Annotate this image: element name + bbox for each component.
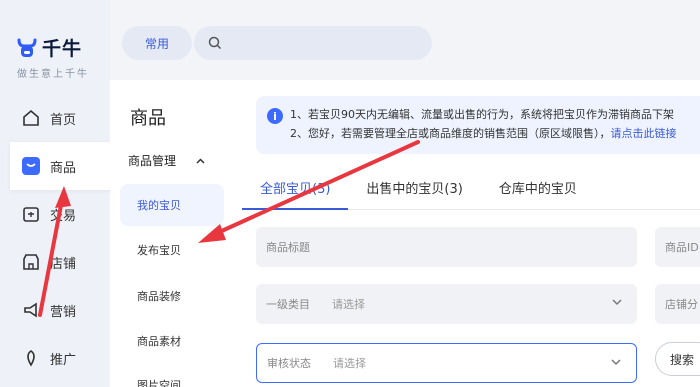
- nav-item-home[interactable]: 首页: [0, 94, 110, 142]
- goods-id-placeholder: 商品ID: [665, 241, 699, 254]
- submenu-item-image-space[interactable]: 图片空间: [120, 364, 224, 387]
- audit-status-select[interactable]: 审核状态 请选择: [256, 343, 637, 383]
- nav-item-label: 首页: [50, 112, 77, 128]
- primary-nav: 首页 商品 交易 店铺 营销 推广: [0, 94, 120, 382]
- cow-logo-icon: [17, 38, 37, 57]
- submenu-item-publish-goods[interactable]: 发布宝贝: [120, 229, 224, 271]
- audit-status-label: 审核状态: [267, 357, 311, 370]
- shop-icon: [22, 253, 40, 271]
- nav-item-label: 交易: [50, 208, 77, 224]
- shop-category-label: 店铺分: [665, 298, 698, 311]
- search-button[interactable]: 搜索: [655, 342, 700, 376]
- nav-item-label: 商品: [50, 160, 77, 176]
- audit-status-value: 请选择: [333, 357, 366, 370]
- brand-name: 千牛: [42, 38, 83, 60]
- frequent-pill-button[interactable]: 常用: [122, 26, 192, 60]
- goods-title-placeholder: 商品标题: [266, 241, 310, 254]
- tab-warehouse[interactable]: 仓库中的宝贝: [481, 178, 595, 210]
- global-search[interactable]: [194, 26, 432, 60]
- nav-item-label: 营销: [50, 304, 77, 320]
- notice-line-2-text: 2、您好，若需要管理全店或商品维度的销售范围（原区域限售），: [290, 127, 611, 140]
- tab-on-sale[interactable]: 出售中的宝贝(3): [348, 178, 480, 210]
- nav-item-shop[interactable]: 店铺: [0, 238, 110, 286]
- nav-item-goods[interactable]: 商品: [10, 142, 120, 190]
- notice-line-1: 1、若宝贝90天内无编辑、流量或出售的行为，系统将把宝贝作为滞销商品下架: [290, 108, 674, 121]
- home-icon: [22, 109, 40, 127]
- category-value: 请选择: [332, 298, 365, 311]
- nav-item-promotion[interactable]: 推广: [0, 334, 110, 382]
- marketing-icon: [22, 301, 40, 319]
- secondary-menu: 商品 商品管理 我的宝贝 发布宝贝 商品装修 商品素材 图片空间: [110, 80, 232, 387]
- submenu-item-my-goods[interactable]: 我的宝贝: [120, 184, 224, 226]
- submenu-group-label: 商品管理: [128, 154, 177, 168]
- nav-item-trade[interactable]: 交易: [0, 190, 110, 238]
- goods-id-field[interactable]: 商品ID: [655, 227, 700, 267]
- category-select[interactable]: 一级类目 请选择: [256, 284, 637, 324]
- trade-icon: [22, 205, 40, 223]
- nav-item-marketing[interactable]: 营销: [0, 286, 110, 334]
- brand-logo[interactable]: 千牛: [16, 34, 82, 61]
- chevron-up-icon: [196, 157, 205, 164]
- submenu-title: 商品: [130, 108, 166, 129]
- search-icon: [208, 36, 222, 50]
- category-label: 一级类目: [266, 298, 310, 311]
- notice-line-2: 2、您好，若需要管理全店或商品维度的销售范围（原区域限售），请点击此链接: [290, 124, 700, 143]
- goods-tabs: 全部宝贝(3) 出售中的宝贝(3) 仓库中的宝贝: [242, 178, 700, 210]
- chevron-down-icon: [611, 359, 621, 366]
- nav-item-label: 推广: [50, 352, 77, 368]
- chevron-down-icon: [612, 299, 622, 306]
- top-bar: 常用: [110, 0, 700, 80]
- main-content: i 1、若宝贝90天内无编辑、流量或出售的行为，系统将把宝贝作为滞销商品下架 2…: [232, 80, 700, 387]
- main-sidebar: 千牛 做生意上千牛 首页 商品 交易 店铺 营销 推广: [0, 0, 120, 387]
- submenu-item-goods-decoration[interactable]: 商品装修: [120, 275, 224, 317]
- submenu-group-goods-management[interactable]: 商品管理: [128, 152, 205, 169]
- brand-tagline: 做生意上千牛: [17, 69, 89, 80]
- goods-title-field[interactable]: 商品标题: [256, 227, 637, 267]
- tab-all-goods[interactable]: 全部宝贝(3): [242, 178, 349, 210]
- notice-banner: i 1、若宝贝90天内无编辑、流量或出售的行为，系统将把宝贝作为滞销商品下架 2…: [256, 96, 700, 154]
- submenu-item-goods-material[interactable]: 商品素材: [120, 320, 224, 362]
- promotion-icon: [22, 349, 40, 367]
- search-input[interactable]: [230, 36, 420, 50]
- goods-icon: [22, 157, 40, 175]
- nav-item-label: 店铺: [50, 256, 77, 272]
- info-icon: i: [267, 108, 283, 124]
- notice-link[interactable]: 请点击此链接: [611, 127, 677, 140]
- shop-category-select[interactable]: 店铺分: [655, 284, 700, 324]
